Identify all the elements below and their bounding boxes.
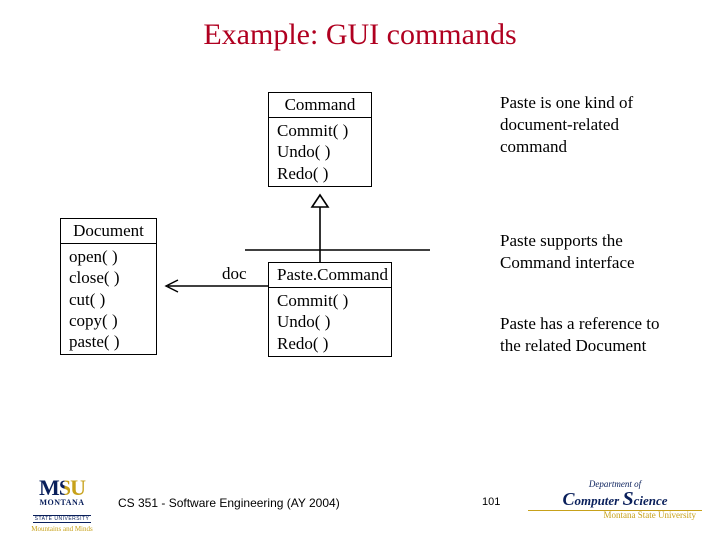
uml-op: Commit( ) — [277, 290, 383, 311]
uml-op: copy( ) — [69, 310, 148, 331]
cs-logo-text: omputer — [574, 493, 622, 508]
montana-state-logo: MSU MONTANA STATE UNIVERSITY Mountains a… — [22, 478, 102, 533]
slide-footer: MSU MONTANA STATE UNIVERSITY Mountains a… — [0, 478, 720, 524]
uml-op: cut( ) — [69, 289, 148, 310]
msu-logo-line1: MONTANA — [22, 498, 102, 507]
uml-op: paste( ) — [69, 331, 148, 352]
cs-logo-main: Computer Science — [528, 489, 702, 509]
uml-op: Redo( ) — [277, 163, 363, 184]
uml-class-operations: open( ) close( ) cut( ) copy( ) paste( ) — [61, 244, 156, 354]
uml-class-document: Document open( ) close( ) cut( ) copy( )… — [60, 218, 157, 355]
uml-association-label: doc — [222, 264, 247, 284]
uml-class-name: Command — [269, 93, 371, 118]
page-number: 101 — [482, 496, 500, 508]
cs-logo-sub: Montana State University — [528, 511, 702, 520]
msu-logo-tagline: Mountains and Minds — [22, 525, 102, 533]
uml-op: Redo( ) — [277, 333, 383, 354]
uml-op: open( ) — [69, 246, 148, 267]
uml-class-name: Document — [61, 219, 156, 244]
uml-op: Undo( ) — [277, 311, 383, 332]
msu-m-icon: MSU — [22, 478, 102, 498]
annotation-paste-reference: Paste has a reference to the related Doc… — [500, 313, 680, 357]
cs-logo-letter: C — [562, 489, 574, 509]
uml-op: Commit( ) — [277, 120, 363, 141]
uml-class-name: Paste.Command — [269, 263, 391, 288]
cs-logo-superscript: Department of — [528, 480, 702, 489]
uml-class-pastecommand: Paste.Command Commit( ) Undo( ) Redo( ) — [268, 262, 392, 357]
cs-logo-letter: S — [623, 488, 634, 510]
annotation-paste-kind: Paste is one kind of document-related co… — [500, 92, 680, 158]
cs-department-logo: Department of Computer Science Montana S… — [528, 480, 702, 520]
uml-class-command: Command Commit( ) Undo( ) Redo( ) — [268, 92, 372, 187]
cs-logo-text: cience — [634, 493, 668, 508]
msu-logo-line2: STATE UNIVERSITY — [33, 515, 92, 523]
annotation-paste-interface: Paste supports the Command interface — [500, 230, 680, 274]
uml-class-operations: Commit( ) Undo( ) Redo( ) — [269, 118, 371, 186]
uml-op: close( ) — [69, 267, 148, 288]
uml-diagram: Command Commit( ) Undo( ) Redo( ) Paste.… — [60, 80, 490, 410]
uml-op: Undo( ) — [277, 141, 363, 162]
uml-class-operations: Commit( ) Undo( ) Redo( ) — [269, 288, 391, 356]
slide-title: Example: GUI commands — [0, 18, 720, 52]
course-code: CS 351 - Software Engineering (AY 2004) — [118, 496, 340, 510]
